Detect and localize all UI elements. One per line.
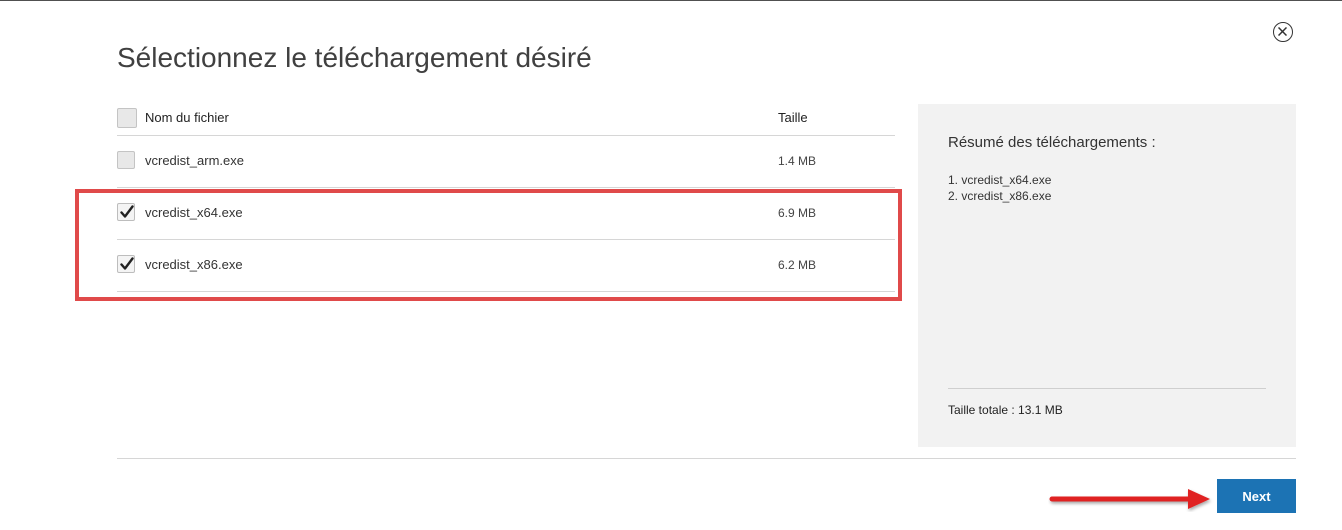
file-name: vcredist_x64.exe: [145, 205, 243, 220]
summary-item: 2. vcredist_x86.exe: [948, 189, 1052, 203]
row-checkbox[interactable]: [117, 255, 135, 273]
summary-divider: [948, 388, 1266, 389]
table-row[interactable]: vcredist_x64.exe 6.9 MB: [117, 188, 895, 240]
table-header: Nom du fichier Taille: [117, 100, 895, 136]
red-arrow-right-icon: [1049, 489, 1210, 509]
column-header-name: Nom du fichier: [145, 110, 229, 125]
file-size: 1.4 MB: [778, 154, 817, 168]
summary-total: Taille totale : 13.1 MB: [948, 403, 1063, 417]
summary-title: Résumé des téléchargements :: [948, 134, 1156, 151]
file-table: Nom du fichier Taille vcredist_arm.exe 1…: [117, 100, 895, 292]
file-size: 6.2 MB: [778, 258, 817, 272]
download-summary-panel: Résumé des téléchargements : 1. vcredist…: [918, 104, 1296, 447]
select-all-checkbox[interactable]: [117, 108, 137, 128]
close-icon[interactable]: [1273, 22, 1293, 42]
row-checkbox[interactable]: [117, 151, 135, 169]
summary-item: 1. vcredist_x64.exe: [948, 173, 1052, 187]
file-name: vcredist_arm.exe: [145, 153, 244, 168]
page-title: Sélectionnez le téléchargement désiré: [117, 42, 592, 73]
file-size: 6.9 MB: [778, 206, 817, 220]
summary-list: 1. vcredist_x64.exe 2. vcredist_x86.exe: [948, 172, 1051, 204]
checkmark-icon: [120, 257, 134, 270]
table-row[interactable]: vcredist_x86.exe 6.2 MB: [117, 240, 895, 292]
row-checkbox[interactable]: [117, 203, 135, 221]
footer-divider: [117, 458, 1296, 459]
column-header-size: Taille: [778, 110, 808, 125]
download-dialog: Sélectionnez le téléchargement désiré No…: [0, 0, 1342, 530]
next-button[interactable]: Next: [1217, 479, 1296, 513]
table-row[interactable]: vcredist_arm.exe 1.4 MB: [117, 136, 895, 188]
file-name: vcredist_x86.exe: [145, 257, 243, 272]
checkmark-icon: [120, 205, 134, 218]
